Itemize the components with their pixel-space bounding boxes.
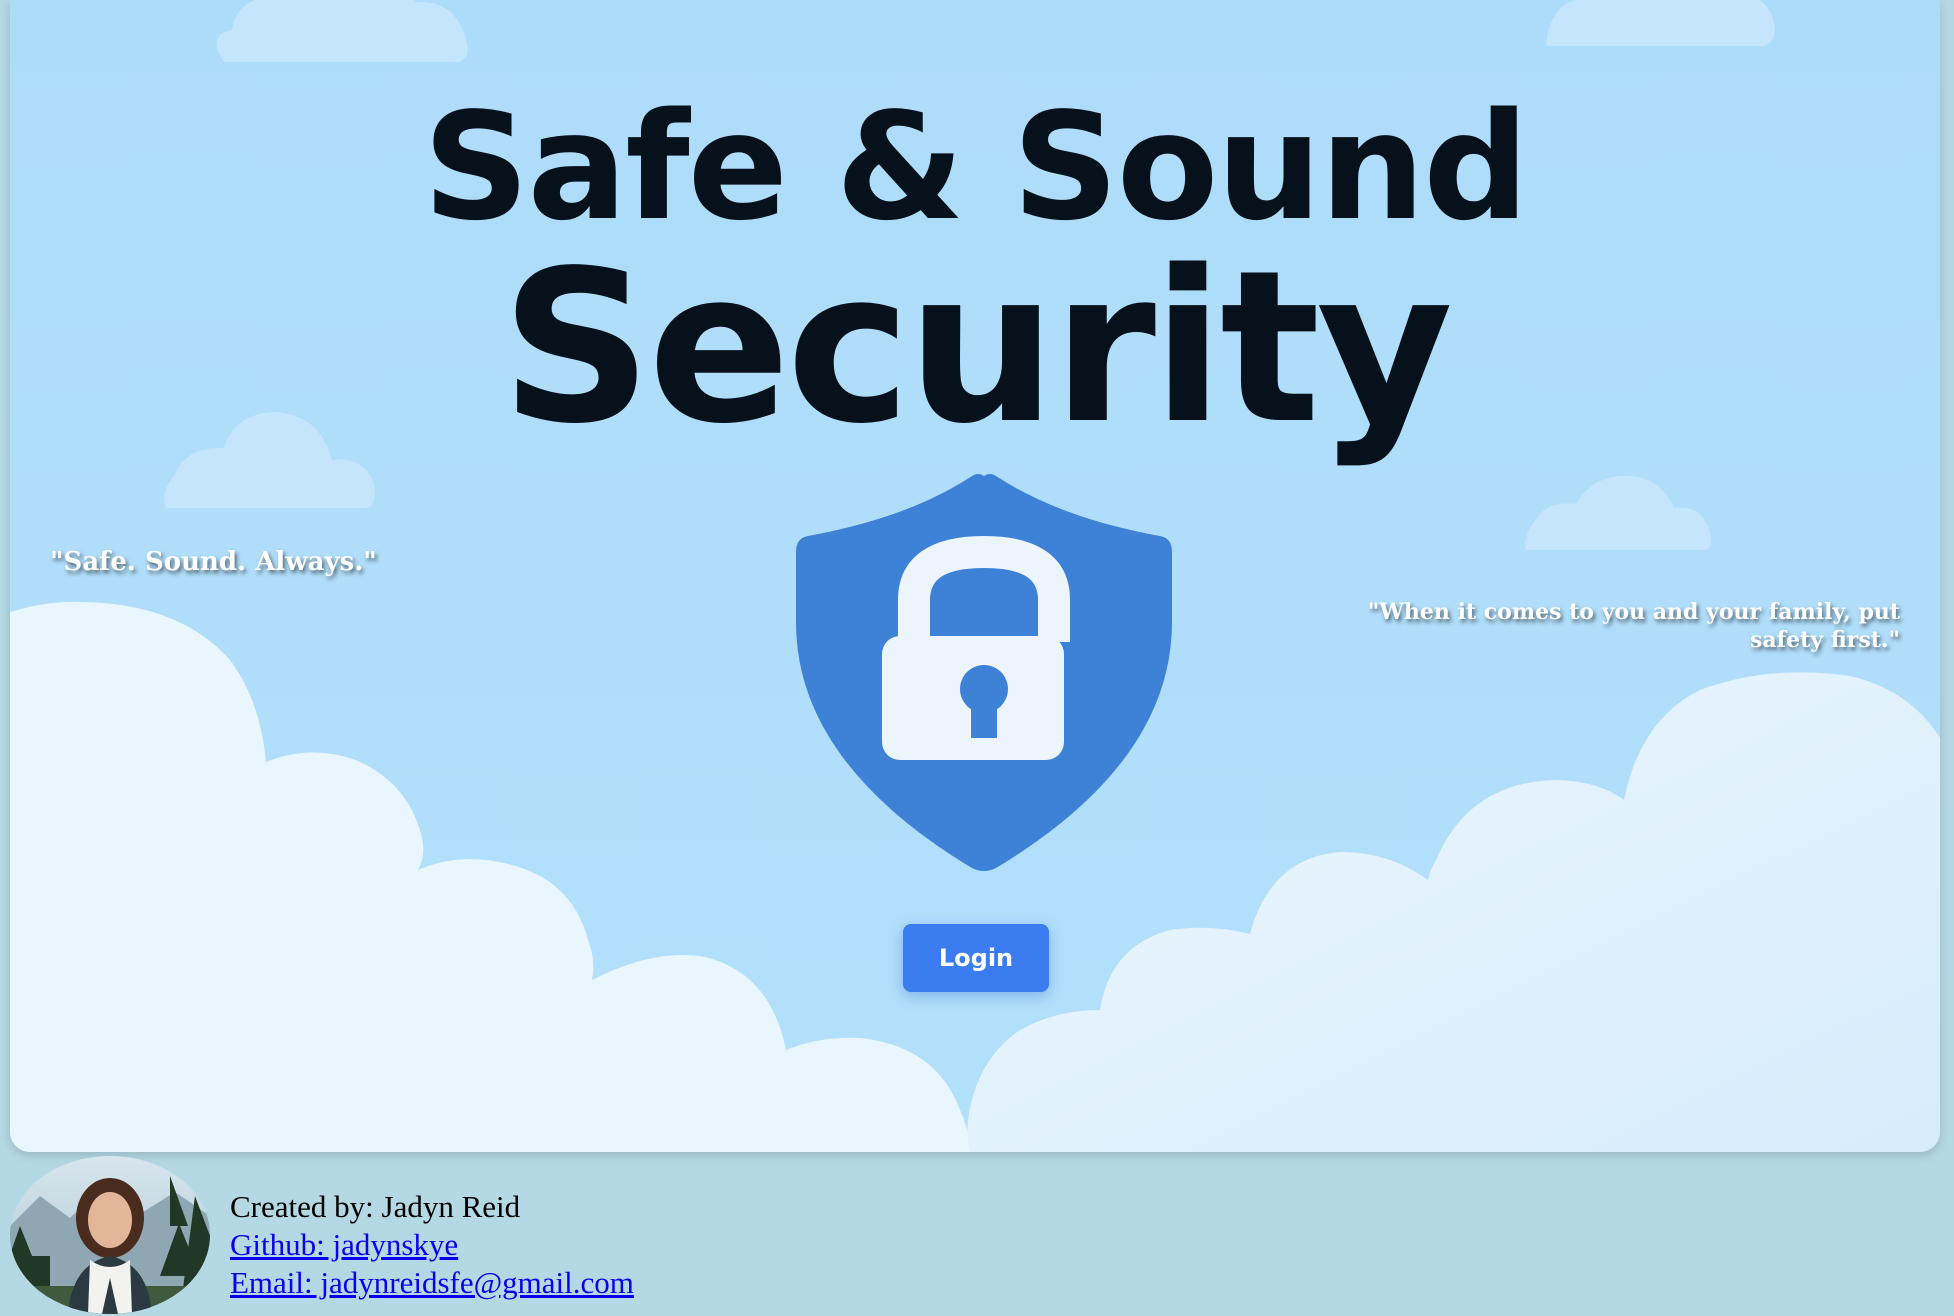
avatar <box>10 1156 210 1314</box>
quote-left: "Safe. Sound. Always." <box>50 547 377 577</box>
email-link[interactable]: Email: jadynreidsfe@gmail.com <box>230 1264 634 1302</box>
shield-lock-icon <box>796 474 1172 871</box>
credits: Created by: Jadyn Reid Github: jadynskye… <box>230 1188 634 1302</box>
github-link[interactable]: Github: jadynskye <box>230 1226 634 1264</box>
title-line-2: Security <box>500 225 1453 470</box>
hero-section: Safe & Sound Security "Safe. Sound. Alwa… <box>10 0 1940 1152</box>
quote-right: "When it comes to you and your family, p… <box>1367 599 1900 653</box>
created-by-text: Created by: Jadyn Reid <box>230 1189 521 1224</box>
login-button[interactable]: Login <box>903 924 1049 992</box>
avatar-photo <box>10 1156 210 1314</box>
